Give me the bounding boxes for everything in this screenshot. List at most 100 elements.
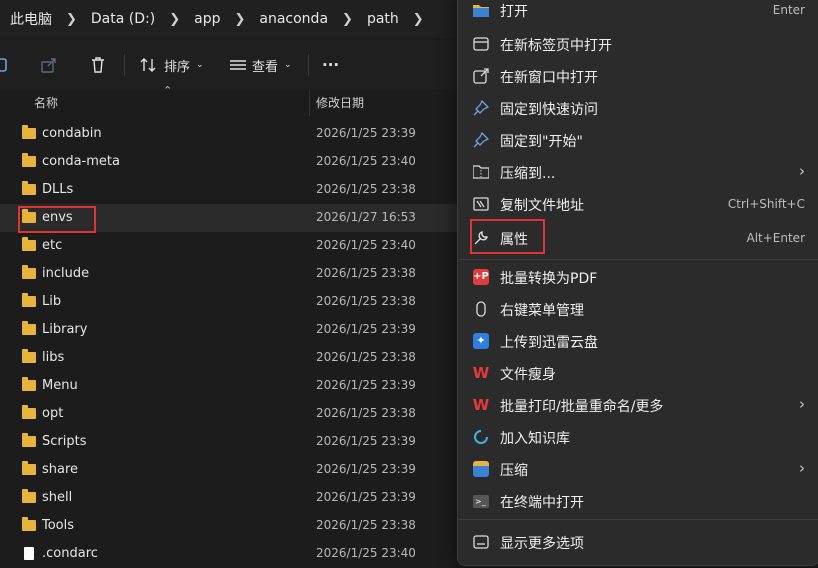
chevron-right-icon[interactable]: ❯ — [169, 12, 180, 27]
menu-item-menu-manage[interactable]: 右键菜单管理 — [458, 294, 818, 324]
menu-separator — [458, 259, 818, 260]
file-date: 2026/1/25 23:40 — [316, 238, 416, 252]
sort-label: 排序 — [164, 59, 191, 75]
menu-item-convert-pdf[interactable]: +P 批量转换为PDF — [458, 262, 818, 292]
menu-shortcut: Ctrl+Shift+C — [727, 197, 805, 211]
sort-arrow-icon: ⌃ — [163, 84, 173, 97]
breadcrumb-this-pc[interactable]: 此电脑 — [10, 9, 52, 29]
menu-item-copy-path[interactable]: 复制文件地址 Ctrl+Shift+C — [458, 189, 818, 219]
file-name: Scripts — [42, 434, 87, 449]
chevron-right-icon: › — [799, 395, 805, 413]
folder-icon — [22, 237, 36, 251]
breadcrumb-anaconda[interactable]: anaconda — [259, 11, 328, 27]
menu-manage-icon — [472, 300, 490, 318]
compress-icon — [472, 460, 490, 478]
chevron-right-icon[interactable]: ❯ — [66, 12, 77, 27]
folder-icon — [22, 293, 36, 307]
share-icon — [41, 58, 56, 73]
file-date: 2026/1/25 23:38 — [316, 406, 416, 420]
menu-item-label: 固定到快速访问 — [500, 102, 598, 118]
chevron-right-icon[interactable]: ❯ — [342, 12, 353, 27]
file-name: Lib — [42, 294, 62, 309]
menu-item-label: 显示更多选项 — [500, 536, 584, 552]
menu-item-label: 压缩到... — [500, 166, 556, 182]
menu-item-pin-quick-access[interactable]: 固定到快速访问 — [458, 93, 818, 123]
file-name: shell — [42, 490, 73, 505]
file-date: 2026/1/25 23:39 — [316, 434, 416, 448]
menu-item-label: 在终端中打开 — [500, 495, 584, 511]
highlight-box — [18, 206, 96, 233]
file-date: 2026/1/25 23:40 — [316, 546, 416, 560]
column-name[interactable]: 名称 — [34, 94, 58, 111]
file-name: DLLs — [42, 182, 74, 197]
more-button[interactable]: ··· — [322, 40, 339, 90]
breadcrumb-path[interactable]: path — [367, 11, 399, 27]
file-name: libs — [42, 350, 65, 365]
folder-icon — [22, 433, 36, 447]
pin-icon — [472, 131, 490, 149]
new-tab-icon — [472, 35, 490, 53]
menu-item-open-new-window[interactable]: 在新窗口中打开 — [458, 61, 818, 91]
pin-icon — [472, 99, 490, 117]
menu-item-knowledge-base[interactable]: 加入知识库 — [458, 422, 818, 452]
folder-icon — [22, 349, 36, 363]
menu-item-open-terminal[interactable]: >_ 在终端中打开 — [458, 486, 818, 516]
trash-icon — [92, 57, 104, 73]
folder-icon — [22, 265, 36, 279]
sort-button[interactable]: 排序 ⌄ — [140, 40, 204, 90]
chevron-right-icon[interactable]: ❯ — [234, 12, 245, 27]
thunder-cloud-icon: ✦ — [472, 332, 490, 350]
file-name: Menu — [42, 378, 78, 393]
chevron-right-icon[interactable]: ❯ — [413, 12, 424, 27]
zip-icon — [472, 163, 490, 181]
file-name: conda-meta — [42, 154, 120, 169]
menu-item-file-slim[interactable]: W 文件瘦身 — [458, 358, 818, 388]
menu-item-batch-more[interactable]: W 批量打印/批量重命名/更多 › — [458, 390, 818, 420]
menu-item-compress[interactable]: 压缩 › — [458, 454, 818, 484]
file-date: 2026/1/25 23:38 — [316, 350, 416, 364]
folder-icon — [22, 377, 36, 391]
column-modified[interactable]: 修改日期 — [316, 94, 364, 111]
column-separator[interactable] — [309, 90, 310, 116]
menu-item-more-options[interactable]: 显示更多选项 — [458, 527, 818, 557]
folder-icon — [22, 405, 36, 419]
file-icon — [24, 547, 34, 560]
breadcrumb-app[interactable]: app — [194, 11, 220, 27]
menu-item-label: 批量打印/批量重命名/更多 — [500, 399, 664, 415]
file-date: 2026/1/25 23:39 — [316, 462, 416, 476]
highlight-box — [470, 219, 545, 254]
breadcrumb-drive[interactable]: Data (D:) — [91, 11, 155, 27]
view-button[interactable]: 查看 ⌄ — [230, 40, 292, 90]
view-label: 查看 — [252, 59, 279, 75]
menu-item-pin-start[interactable]: 固定到"开始" — [458, 125, 818, 155]
chevron-right-icon: › — [799, 162, 805, 180]
menu-item-open[interactable]: 打开 Enter — [458, 0, 818, 25]
copy-button[interactable] — [0, 40, 10, 90]
menu-item-compress-to[interactable]: 压缩到... › — [458, 157, 818, 187]
file-date: 2026/1/25 23:39 — [316, 490, 416, 504]
file-date: 2026/1/25 23:39 — [316, 378, 416, 392]
menu-item-label: 文件瘦身 — [500, 367, 556, 383]
folder-icon — [22, 321, 36, 335]
knowledge-base-icon — [472, 428, 490, 446]
toolbar-divider — [124, 54, 125, 76]
menu-item-label: 在新标签页中打开 — [500, 38, 612, 54]
file-date: 2026/1/25 23:39 — [316, 126, 416, 140]
folder-open-icon — [472, 1, 490, 19]
menu-item-upload-thunder[interactable]: ✦ 上传到迅雷云盘 — [458, 326, 818, 356]
file-name: Library — [42, 322, 88, 337]
file-name: condabin — [42, 126, 102, 141]
file-date: 2026/1/25 23:40 — [316, 154, 416, 168]
delete-button[interactable] — [89, 40, 107, 90]
menu-item-label: 右键菜单管理 — [500, 303, 584, 319]
file-name: etc — [42, 238, 63, 253]
folder-icon — [22, 153, 36, 167]
menu-shortcut: Enter — [772, 3, 805, 17]
menu-item-open-new-tab[interactable]: 在新标签页中打开 — [458, 29, 818, 59]
file-date: 2026/1/27 16:53 — [316, 210, 416, 224]
file-date: 2026/1/25 23:38 — [316, 266, 416, 280]
file-date: 2026/1/25 23:38 — [316, 518, 416, 532]
share-button[interactable] — [40, 40, 58, 90]
chevron-right-icon: › — [799, 459, 805, 477]
copy-path-icon — [472, 195, 490, 213]
